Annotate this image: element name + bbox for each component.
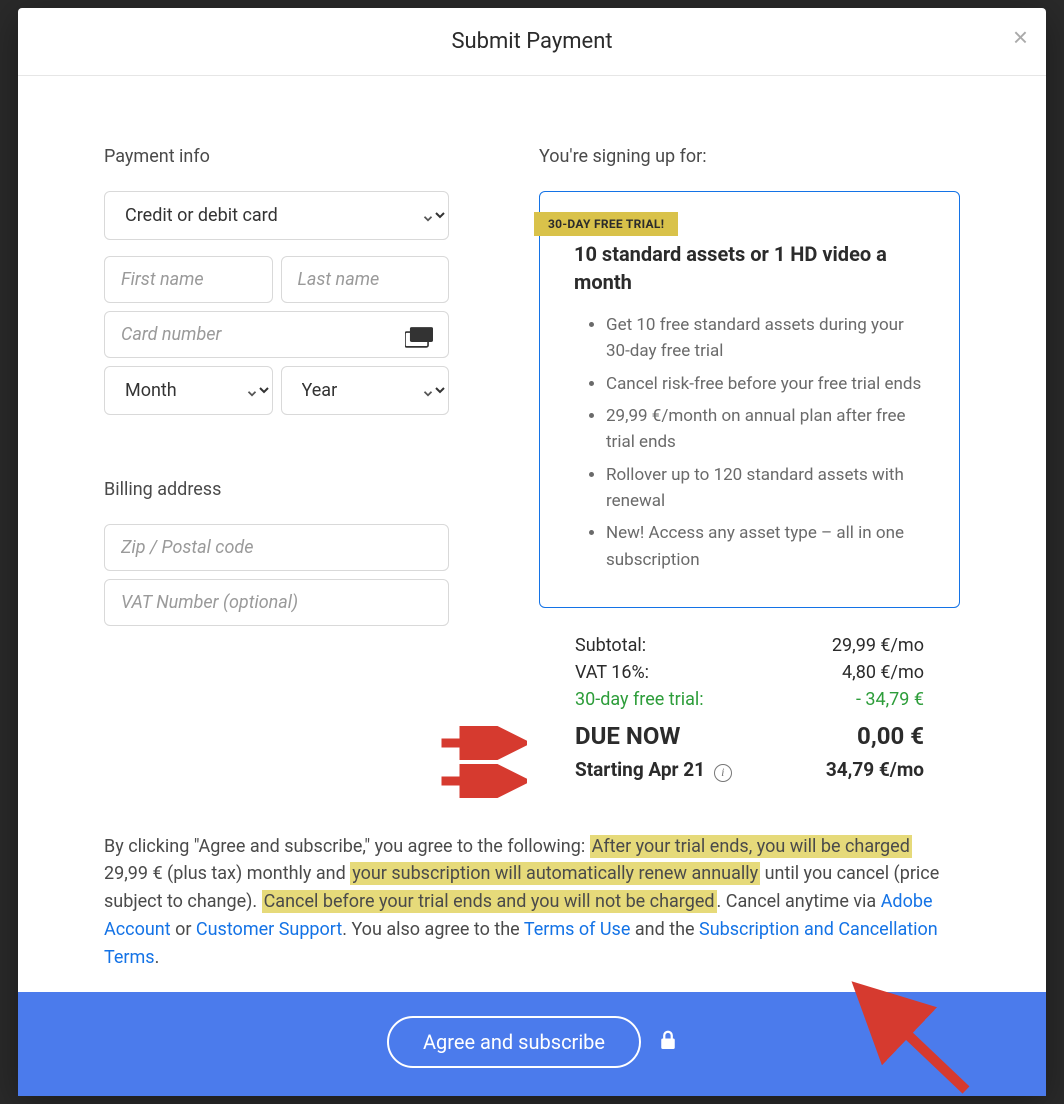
expiry-year-select[interactable]: Year (281, 366, 450, 415)
payment-modal: Submit Payment × Payment info Credit or … (18, 8, 1046, 1096)
card-number-input[interactable] (104, 311, 449, 358)
terms-text: By clicking "Agree and subscribe," you a… (18, 809, 1046, 992)
payment-column: Payment info Credit or debit card (104, 146, 449, 789)
close-button[interactable]: × (1013, 22, 1028, 53)
payment-info-label: Payment info (104, 146, 449, 167)
lock-icon (659, 1029, 677, 1055)
vat-label: VAT 16%: (575, 662, 649, 683)
credit-card-icon (405, 326, 433, 352)
last-name-input[interactable] (281, 256, 450, 303)
subtotal-label: Subtotal: (575, 635, 646, 656)
subtotal-row: Subtotal: 29,99 €/mo (575, 632, 924, 659)
annotation-arrow (437, 764, 527, 798)
trial-value: - 34,79 € (856, 689, 924, 710)
plan-bullet: New! Access any asset type – all in one … (606, 520, 925, 573)
signup-label: You're signing up for: (539, 146, 960, 167)
info-icon[interactable]: i (714, 764, 732, 782)
plan-bullet: Cancel risk-free before your free trial … (606, 371, 925, 397)
modal-title: Submit Payment (451, 29, 612, 54)
modal-body: Payment info Credit or debit card (18, 76, 1046, 809)
subtotal-value: 29,99 €/mo (832, 635, 924, 656)
annotation-arrow (437, 726, 527, 760)
totals: Subtotal: 29,99 €/mo VAT 16%: 4,80 €/mo … (539, 632, 960, 785)
expiry-month-select[interactable]: Month (104, 366, 273, 415)
plan-bullet: Rollover up to 120 standard assets with … (606, 462, 925, 515)
plan-box: 30-DAY FREE TRIAL! 10 standard assets or… (539, 191, 960, 608)
modal-header: Submit Payment × (18, 8, 1046, 76)
trial-label: 30-day free trial: (575, 689, 704, 710)
due-label: DUE NOW (575, 722, 680, 750)
starting-row: Starting Apr 21 i 34,79 €/mo (575, 755, 924, 785)
vat-row: VAT 16%: 4,80 €/mo (575, 659, 924, 686)
summary-column: You're signing up for: 30-DAY FREE TRIAL… (539, 146, 960, 789)
trial-row: 30-day free trial: - 34,79 € (575, 686, 924, 713)
plan-bullets: Get 10 free standard assets during your … (574, 312, 925, 573)
starting-value: 34,79 €/mo (826, 758, 924, 782)
trial-badge: 30-DAY FREE TRIAL! (534, 212, 678, 236)
vat-input[interactable] (104, 579, 449, 626)
customer-support-link[interactable]: Customer Support (196, 919, 342, 940)
payment-method-select[interactable]: Credit or debit card (104, 191, 449, 240)
vat-value: 4,80 €/mo (842, 662, 924, 683)
due-value: 0,00 € (857, 722, 924, 750)
agree-subscribe-button[interactable]: Agree and subscribe (387, 1016, 641, 1068)
first-name-input[interactable] (104, 256, 273, 303)
annotation-arrow (846, 980, 976, 1100)
due-row: DUE NOW 0,00 € (575, 719, 924, 753)
modal-footer: Agree and subscribe (18, 992, 1046, 1096)
plan-title: 10 standard assets or 1 HD video a month (574, 240, 925, 296)
zip-input[interactable] (104, 524, 449, 571)
plan-bullet: 29,99 €/month on annual plan after free … (606, 403, 925, 456)
billing-address-label: Billing address (104, 479, 449, 500)
plan-bullet: Get 10 free standard assets during your … (606, 312, 925, 365)
starting-label: Starting Apr 21 i (575, 758, 732, 782)
terms-of-use-link[interactable]: Terms of Use (524, 919, 631, 940)
